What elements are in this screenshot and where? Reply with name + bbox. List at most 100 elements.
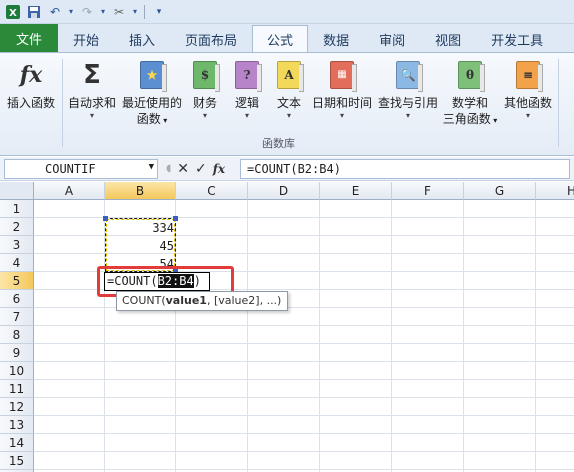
- row-header-11[interactable]: 11: [0, 380, 34, 398]
- row-header-4[interactable]: 4: [0, 254, 34, 272]
- column-header-a[interactable]: A: [34, 182, 105, 200]
- grid-vline: [391, 200, 392, 472]
- logical-book-icon: ?: [232, 59, 262, 92]
- financial-book-icon: $: [190, 59, 220, 92]
- row-header-10[interactable]: 10: [0, 362, 34, 380]
- name-box-value: COUNTIF: [45, 161, 96, 176]
- svg-text:X: X: [9, 8, 17, 19]
- row-header-2[interactable]: 2: [0, 218, 34, 236]
- row-header-15[interactable]: 15: [0, 452, 34, 470]
- grid-hline: [34, 451, 574, 452]
- ribbon-divider: [62, 59, 63, 147]
- tab-page-layout[interactable]: 页面布局: [170, 26, 252, 52]
- row-header-3[interactable]: 3: [0, 236, 34, 254]
- excel-logo-icon: X: [4, 3, 22, 21]
- grid-vline: [319, 200, 320, 472]
- recent-functions-button[interactable]: ★ 最近使用的 函数 ▾: [120, 59, 184, 129]
- logical-button[interactable]: ? 逻辑 ▾: [230, 59, 264, 121]
- row-header-8[interactable]: 8: [0, 326, 34, 344]
- customize-icon[interactable]: ▾: [150, 3, 168, 21]
- formula-input[interactable]: =COUNT(B2:B4): [240, 158, 570, 179]
- column-header-c[interactable]: C: [176, 182, 248, 200]
- chevron-down-icon: ▾: [202, 111, 207, 120]
- chevron-down-icon[interactable]: ▼: [149, 162, 154, 172]
- row-header-9[interactable]: 9: [0, 344, 34, 362]
- row-header-13[interactable]: 13: [0, 416, 34, 434]
- function-library-group-label: 函数库: [262, 137, 295, 150]
- autosum-label: 自动求和: [67, 96, 116, 110]
- name-box[interactable]: COUNTIF ▼: [4, 158, 158, 179]
- tab-formulas[interactable]: 公式: [252, 25, 309, 53]
- function-tooltip: COUNT(value1, [value2], ...): [116, 291, 288, 311]
- row-header-1[interactable]: 1: [0, 200, 34, 218]
- recent-functions-label-line1: 最近使用的: [121, 96, 182, 110]
- cancel-icon[interactable]: ✕: [177, 161, 189, 177]
- star-book-icon: ★: [137, 59, 167, 92]
- grid-hline: [34, 433, 574, 434]
- tooltip-function-name[interactable]: COUNT(: [122, 294, 166, 307]
- quick-access-toolbar: X ↶ ▾ ↷ ▾ ✂ ▾ ▾: [0, 0, 574, 24]
- tools-dropdown-icon[interactable]: ▾: [131, 3, 139, 21]
- date-time-button[interactable]: ▦ 日期和时间 ▾: [310, 59, 374, 121]
- tab-review[interactable]: 审阅: [364, 26, 420, 52]
- tab-insert[interactable]: 插入: [114, 26, 170, 52]
- more-functions-button[interactable]: ≡ 其他函数 ▾: [502, 59, 554, 121]
- chevron-down-icon: ▾: [339, 111, 344, 120]
- chevron-down-icon: ▾: [405, 111, 410, 120]
- tab-file[interactable]: 文件: [0, 24, 58, 52]
- chevron-down-icon: ▾: [160, 116, 168, 125]
- column-header-b[interactable]: B: [105, 182, 176, 200]
- row-header-12[interactable]: 12: [0, 398, 34, 416]
- tab-view[interactable]: 视图: [420, 26, 476, 52]
- worksheet-grid[interactable]: ABCDEFGH 12345678910111213141516 334 45 …: [0, 182, 574, 472]
- column-header-e[interactable]: E: [320, 182, 392, 200]
- financial-label: 财务: [192, 96, 217, 110]
- row-header-7[interactable]: 7: [0, 308, 34, 326]
- tab-home[interactable]: 开始: [58, 26, 114, 52]
- math-trig-button[interactable]: θ 数学和 三角函数 ▾: [440, 59, 500, 129]
- financial-button[interactable]: $ 财务 ▾: [188, 59, 222, 121]
- row-header-14[interactable]: 14: [0, 434, 34, 452]
- lookup-reference-button[interactable]: 🔍 查找与引用 ▾: [376, 59, 440, 121]
- tab-data[interactable]: 数据: [308, 26, 364, 52]
- insert-function-icon[interactable]: fx: [213, 162, 225, 176]
- enter-icon[interactable]: ✓: [195, 161, 207, 177]
- grid-hline: [34, 415, 574, 416]
- undo-icon[interactable]: ↶: [46, 3, 64, 21]
- column-header-d[interactable]: D: [248, 182, 320, 200]
- insert-function-label: 插入函数: [6, 96, 55, 110]
- grid-hline: [34, 307, 574, 308]
- text-button[interactable]: A 文本 ▾: [272, 59, 306, 121]
- column-header-f[interactable]: F: [392, 182, 464, 200]
- redo-icon[interactable]: ↷: [78, 3, 96, 21]
- tooltip-rest-args: , [value2], ...): [206, 294, 282, 307]
- selection-handle[interactable]: [103, 216, 108, 221]
- column-header-h[interactable]: H: [536, 182, 574, 200]
- more-functions-label: 其他函数: [503, 96, 552, 110]
- autosum-button[interactable]: Σ 自动求和 ▾: [66, 59, 118, 121]
- undo-dropdown-icon[interactable]: ▾: [67, 3, 75, 21]
- resize-handle-icon[interactable]: ◖: [166, 163, 171, 174]
- select-all-corner[interactable]: [0, 182, 34, 200]
- logical-label: 逻辑: [234, 96, 259, 110]
- grid-vline: [463, 200, 464, 472]
- formula-controls: ◖ ✕ ✓ fx: [158, 161, 240, 177]
- selection-handle[interactable]: [173, 216, 178, 221]
- row-header-5[interactable]: 5: [0, 272, 34, 290]
- column-header-g[interactable]: G: [464, 182, 536, 200]
- tab-developer[interactable]: 开发工具: [476, 26, 558, 52]
- tools-icon[interactable]: ✂: [110, 3, 128, 21]
- ribbon-tabs: 文件 开始 插入 页面布局 公式 数据 审阅 视图 开发工具: [0, 24, 574, 53]
- magnifier-book-icon: 🔍: [393, 59, 423, 92]
- redo-dropdown-icon[interactable]: ▾: [99, 3, 107, 21]
- chevron-down-icon: ▾: [286, 111, 291, 120]
- row-header-6[interactable]: 6: [0, 290, 34, 308]
- books-stack-icon: ≡: [513, 59, 543, 92]
- grid-vline: [247, 200, 248, 472]
- recent-functions-label-line2: 函数: [136, 112, 161, 126]
- insert-function-button[interactable]: fx 插入函数: [4, 59, 58, 111]
- ribbon-formulas: fx 插入函数 Σ 自动求和 ▾ ★ 最近使用的 函数 ▾ $ 财务 ▾ ? 逻…: [0, 52, 574, 156]
- fx-icon: fx: [19, 62, 43, 88]
- reference-marquee: [105, 218, 176, 272]
- save-icon[interactable]: [25, 3, 43, 21]
